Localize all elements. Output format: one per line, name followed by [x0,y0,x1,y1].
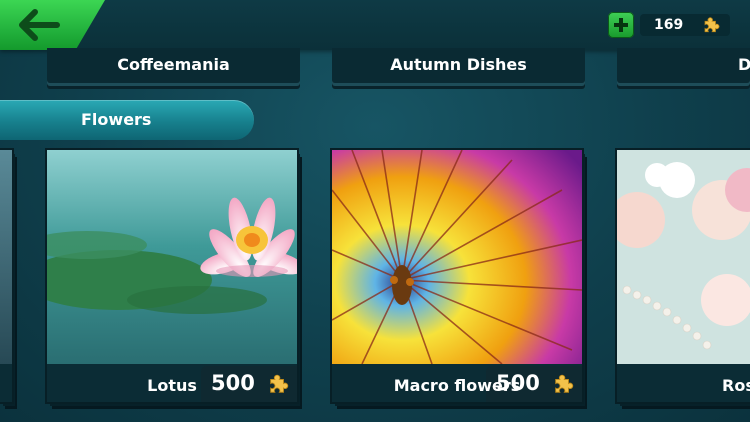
puzzle-title: Ros [722,376,750,395]
puzzle-card-lotus[interactable]: 500 Lotus [47,150,297,402]
coin-balance: 169 [640,14,730,36]
back-arrow-icon [19,9,60,41]
puzzle-card-partial-left[interactable] [0,150,12,402]
puzzle-card-roses[interactable]: Ros [617,150,750,402]
category-card-coffeemania[interactable]: Coffeemania [47,48,300,83]
puzzle-piece-icon [704,17,720,33]
coin-value: 169 [654,17,684,33]
roses-image [617,150,750,364]
category-label: Autumn Dishes [390,55,527,74]
category-card-autumn-dishes[interactable]: Autumn Dishes [332,48,585,83]
section-title: Flowers [81,110,152,129]
puzzle-card-macro-flowers[interactable]: 500 Macro flowers [332,150,582,402]
puzzle-title: Lotus [147,376,197,395]
section-header-flowers: Flowers [0,100,254,140]
category-card-desserts[interactable]: Dess [617,48,750,83]
puzzle-title: Macro flowers [393,376,521,395]
category-label: Coffeemania [117,55,230,74]
coin-counter: 169 [608,12,730,38]
macro-flowers-image [332,150,582,364]
lotus-image [47,150,297,364]
back-button[interactable] [0,0,105,50]
add-coins-button[interactable] [608,12,634,38]
top-bar: 169 [0,0,750,50]
category-label: Dess [738,55,750,74]
